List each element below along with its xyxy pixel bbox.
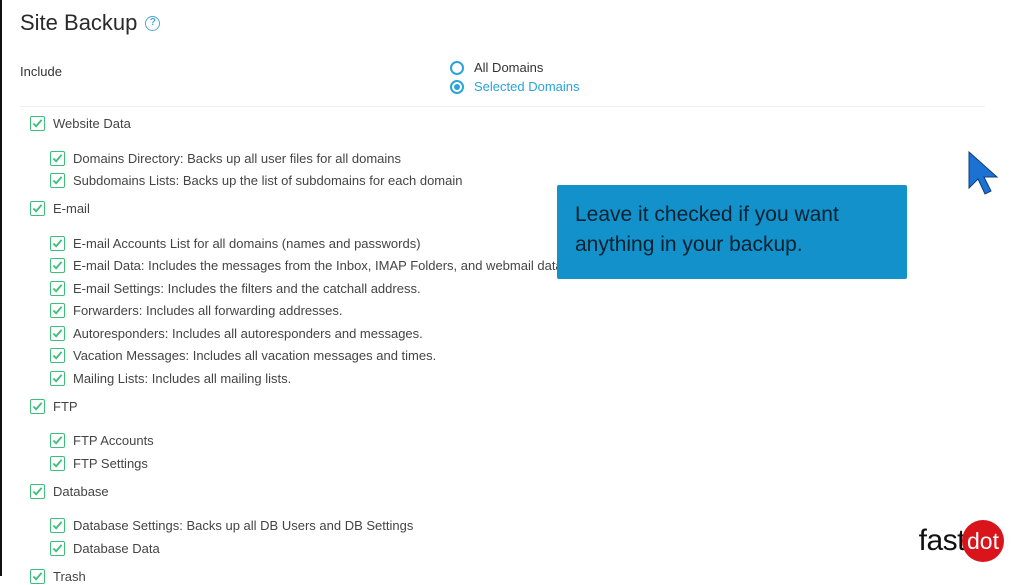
- item-domains-directory[interactable]: Domains Directory: Backs up all user fil…: [50, 150, 1024, 167]
- checkbox-icon[interactable]: [50, 326, 65, 341]
- item-label: Subdomains Lists: Backs up the list of s…: [73, 172, 463, 189]
- item-label: Database Settings: Backs up all DB Users…: [73, 517, 413, 534]
- item-database-data[interactable]: Database Data: [50, 540, 1024, 557]
- logo-text-dot: dot: [962, 520, 1004, 562]
- item-label: Trash: [53, 568, 86, 585]
- item-label: FTP Settings: [73, 455, 148, 472]
- radio-selected-domains[interactable]: Selected Domains: [450, 79, 580, 94]
- checkbox-icon[interactable]: [30, 399, 45, 414]
- item-label: Database Data: [73, 540, 160, 557]
- item-forwarders[interactable]: Forwarders: Includes all forwarding addr…: [50, 302, 1024, 319]
- checkbox-icon[interactable]: [50, 433, 65, 448]
- item-email-settings[interactable]: E-mail Settings: Includes the filters an…: [50, 280, 1024, 297]
- radio-label: Selected Domains: [474, 79, 580, 94]
- checkbox-icon[interactable]: [50, 281, 65, 296]
- item-vacation-messages[interactable]: Vacation Messages: Includes all vacation…: [50, 347, 1024, 364]
- help-icon[interactable]: ?: [145, 16, 160, 31]
- checkbox-icon[interactable]: [30, 201, 45, 216]
- include-row: Include All Domains Selected Domains: [20, 60, 980, 106]
- item-database[interactable]: Database Database Settings: Backs up all…: [30, 483, 1024, 563]
- item-ftp-accounts[interactable]: FTP Accounts: [50, 432, 1024, 449]
- checkbox-icon[interactable]: [50, 541, 65, 556]
- item-label: Vacation Messages: Includes all vacation…: [73, 347, 436, 364]
- include-label: Include: [20, 60, 450, 79]
- item-label: Autoresponders: Includes all autorespond…: [73, 325, 423, 342]
- tutorial-callout: Leave it checked if you want anything in…: [557, 185, 907, 279]
- item-label: Domains Directory: Backs up all user fil…: [73, 150, 401, 167]
- cursor-icon: [967, 150, 1003, 198]
- radio-label: All Domains: [474, 60, 543, 75]
- item-label: E-mail Settings: Includes the filters an…: [73, 280, 421, 297]
- brand-logo: fast dot: [919, 520, 1004, 562]
- checkbox-icon[interactable]: [50, 258, 65, 273]
- item-label: Website Data: [53, 115, 131, 132]
- checkbox-icon[interactable]: [30, 116, 45, 131]
- item-label: Database: [53, 483, 109, 500]
- item-database-settings[interactable]: Database Settings: Backs up all DB Users…: [50, 517, 1024, 534]
- checkbox-icon[interactable]: [30, 484, 45, 499]
- item-mailing-lists[interactable]: Mailing Lists: Includes all mailing list…: [50, 370, 1024, 387]
- checkbox-icon[interactable]: [50, 236, 65, 251]
- item-website-data[interactable]: Website Data Domains Directory: Backs up…: [30, 115, 1024, 195]
- item-label: Forwarders: Includes all forwarding addr…: [73, 302, 343, 319]
- radio-all-domains[interactable]: All Domains: [450, 60, 580, 75]
- checkbox-icon[interactable]: [50, 518, 65, 533]
- radio-icon: [450, 61, 464, 75]
- checkbox-icon[interactable]: [50, 173, 65, 188]
- item-autoresponders[interactable]: Autoresponders: Includes all autorespond…: [50, 325, 1024, 342]
- checkbox-icon[interactable]: [30, 569, 45, 584]
- item-label: FTP Accounts: [73, 432, 154, 449]
- divider: [20, 106, 985, 107]
- checkbox-icon[interactable]: [50, 303, 65, 318]
- radio-icon: [450, 80, 464, 94]
- page-title: Site Backup: [20, 10, 137, 36]
- item-label: E-mail: [53, 200, 90, 217]
- domain-radio-group: All Domains Selected Domains: [450, 60, 580, 94]
- item-label: E-mail Data: Includes the messages from …: [73, 257, 566, 274]
- item-label: FTP: [53, 398, 78, 415]
- item-label: Mailing Lists: Includes all mailing list…: [73, 370, 291, 387]
- logo-text-fast: fast: [919, 524, 965, 558]
- checkbox-icon[interactable]: [50, 151, 65, 166]
- item-label: E-mail Accounts List for all domains (na…: [73, 235, 421, 252]
- item-trash[interactable]: Trash: [30, 568, 1024, 585]
- checkbox-icon[interactable]: [50, 371, 65, 386]
- item-ftp-settings[interactable]: FTP Settings: [50, 455, 1024, 472]
- item-ftp[interactable]: FTP FTP Accounts FTP Settings: [30, 398, 1024, 478]
- page-title-row: Site Backup ?: [20, 10, 1024, 36]
- checkbox-icon[interactable]: [50, 456, 65, 471]
- checkbox-icon[interactable]: [50, 348, 65, 363]
